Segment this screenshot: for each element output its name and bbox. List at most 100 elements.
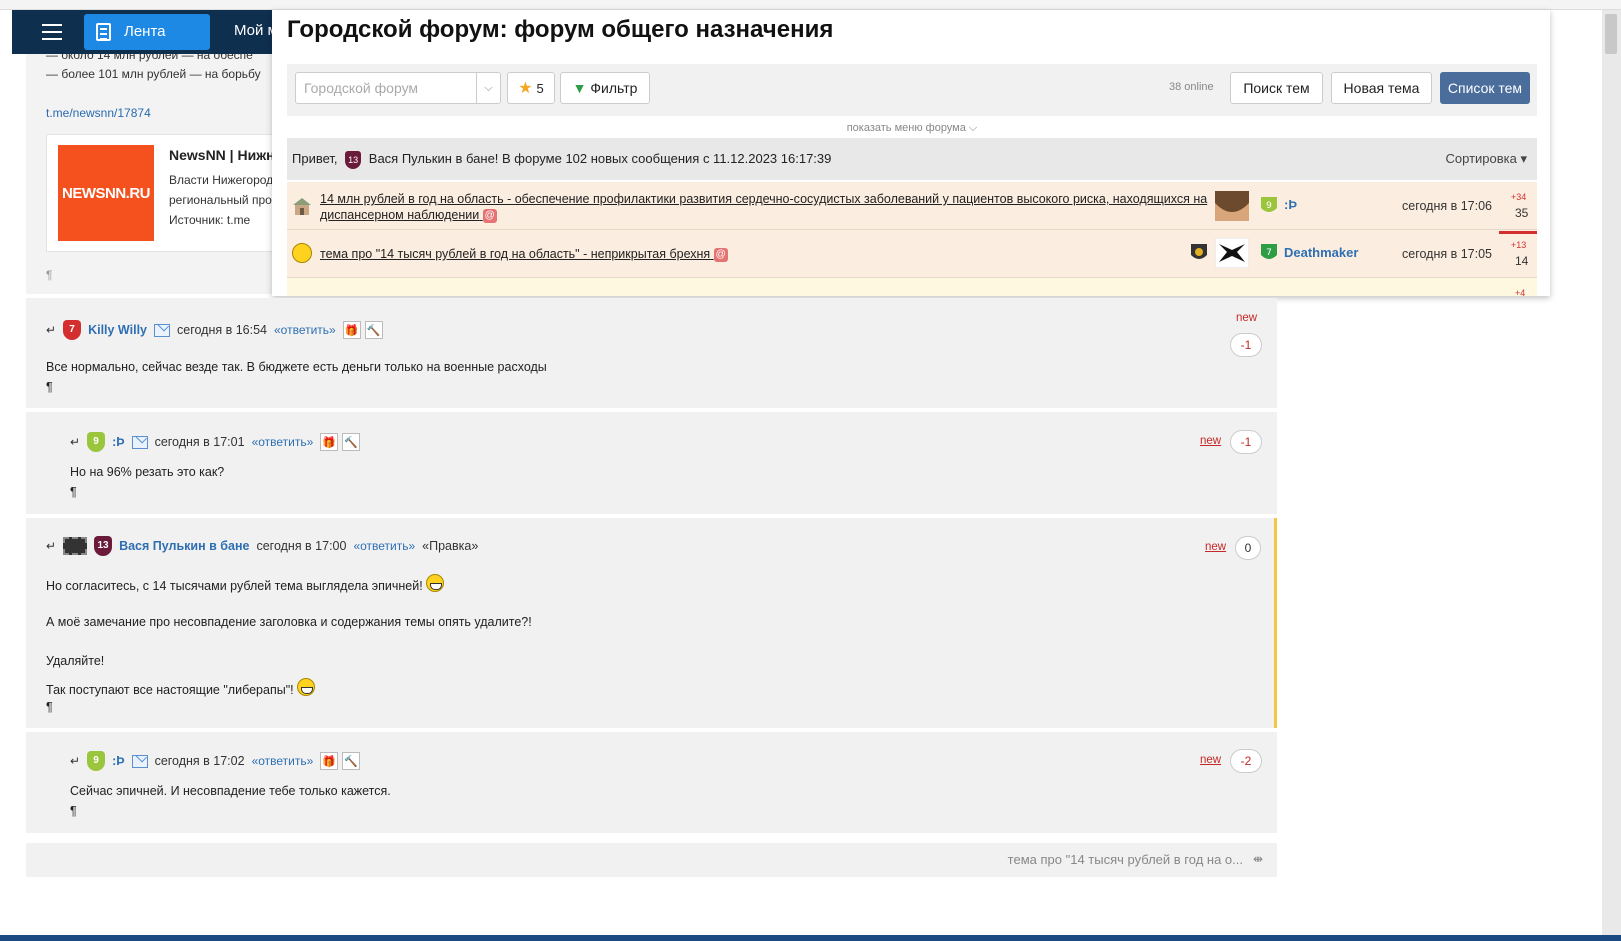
filter-button[interactable]: ▼ Фильтр bbox=[560, 72, 650, 104]
house-icon bbox=[293, 198, 311, 215]
telegram-link[interactable]: t.me/newsnn/17874 bbox=[46, 106, 151, 120]
rank-badge-icon: 9 bbox=[1261, 197, 1277, 212]
comment-reply: ↵ 9 :Þ сегодня в 17:01 «ответить» 🎁 🔨 ne… bbox=[26, 412, 1277, 514]
back-arrow-icon[interactable]: ↵ bbox=[70, 754, 80, 768]
comment-text: Но на 96% резать это как? bbox=[70, 465, 225, 479]
scrollbar-thumb[interactable] bbox=[1605, 14, 1617, 54]
browser-top-strip bbox=[0, 0, 1621, 10]
forum-title: Городской форум: форум общего назначения bbox=[287, 16, 834, 43]
gift-icon[interactable]: 🎁 bbox=[320, 433, 339, 451]
user-level-badge: 13 bbox=[345, 150, 362, 169]
new-label[interactable]: new bbox=[1236, 312, 1257, 324]
new-topic-button[interactable]: Новая тема bbox=[1331, 72, 1432, 104]
reply-link[interactable]: «ответить» bbox=[252, 435, 314, 449]
hammer-icon[interactable]: 🔨 bbox=[342, 433, 361, 451]
greeting-bar: Привет, 13 Вася Пулькин в бане! В форуме… bbox=[287, 138, 1537, 180]
user-rank-badge: 7 bbox=[63, 320, 82, 340]
article-line: — около 14 млн рублей — на обеспе bbox=[46, 54, 253, 62]
pilcrow: ¶ bbox=[46, 380, 53, 394]
new-label[interactable]: new bbox=[1205, 541, 1226, 553]
comment-author[interactable]: Killy Willy bbox=[88, 323, 147, 337]
topic-post-count: 35 bbox=[1515, 206, 1529, 220]
topic-list-button[interactable]: Список тем bbox=[1440, 72, 1530, 104]
pilcrow: ¶ bbox=[70, 804, 77, 818]
svg-text:7: 7 bbox=[1266, 248, 1272, 258]
mail-icon[interactable] bbox=[131, 754, 148, 768]
comment: ↵ 7 Killy Willy сегодня в 16:54 «ответит… bbox=[26, 298, 1277, 408]
new-label[interactable]: new bbox=[1200, 435, 1221, 447]
grin-smiley-icon bbox=[297, 678, 316, 696]
topic-row[interactable]: 14 млн рублей в год на область - обеспеч… bbox=[287, 182, 1537, 230]
topic-row[interactable]: тема про "14 тысяч рублей в год на облас… bbox=[287, 230, 1537, 278]
topic-bottom-bar[interactable]: тема про "14 тысяч рублей в год на о... … bbox=[26, 843, 1277, 877]
newsnn-logo: NEWSNN.RU bbox=[58, 145, 154, 241]
comment-time: сегодня в 17:00 bbox=[256, 539, 347, 553]
nav-lenta-button[interactable]: Лента bbox=[84, 14, 210, 50]
topic-new-count: +34 bbox=[1511, 192, 1527, 202]
user-rank-badge: 9 bbox=[87, 751, 106, 771]
comment-score[interactable]: -2 bbox=[1230, 749, 1262, 773]
mention-icon: @ bbox=[713, 247, 728, 262]
hammer-icon[interactable]: 🔨 bbox=[364, 321, 383, 339]
mail-icon[interactable] bbox=[154, 323, 170, 337]
reply-link[interactable]: «ответить» bbox=[252, 754, 314, 768]
document-icon bbox=[96, 23, 111, 41]
topic-last-user[interactable]: Deathmaker bbox=[1284, 245, 1358, 260]
comment-author[interactable]: Вася Пулькин в бане bbox=[119, 539, 249, 553]
greeting-text: Вася Пулькин в бане! В форуме 102 новых … bbox=[368, 151, 832, 166]
topic-title[interactable]: тема про "14 тысяч рублей в год на облас… bbox=[320, 246, 728, 262]
expand-icon[interactable]: ⇼ bbox=[1253, 852, 1263, 866]
pilcrow: ¶ bbox=[46, 268, 53, 282]
topic-new-count: +13 bbox=[1511, 240, 1527, 250]
topic-title[interactable]: 14 млн рублей в год на область - обеспеч… bbox=[320, 191, 1207, 223]
comment-text: Сейчас эпичней. И несовпадение тебе толь… bbox=[70, 784, 391, 798]
hammer-icon[interactable]: 🔨 bbox=[342, 752, 361, 770]
link-preview-card[interactable]: NEWSNN.RU NewsNN | Нижн Власти Нижегород… bbox=[46, 134, 282, 252]
back-arrow-icon[interactable]: ↵ bbox=[46, 539, 56, 553]
forum-toolbar: Городской форум ⌵ ★ 5 ▼ Фильтр 38 online… bbox=[287, 64, 1537, 116]
gift-icon[interactable]: 🎁 bbox=[320, 752, 339, 770]
site-navbar: Лента Мой м bbox=[12, 10, 282, 54]
smile-icon bbox=[292, 243, 312, 263]
comment-text-line: Удаляйте! bbox=[46, 654, 105, 668]
comment-score[interactable]: -1 bbox=[1230, 333, 1262, 357]
taskbar bbox=[0, 935, 1621, 941]
search-topics-button[interactable]: Поиск тем bbox=[1230, 72, 1323, 104]
favorites-button[interactable]: ★ 5 bbox=[507, 72, 555, 104]
comment-meta: ↵ 9 :Þ сегодня в 17:01 «ответить» 🎁 🔨 bbox=[70, 432, 367, 452]
topic-time: сегодня в 17:06 bbox=[1402, 199, 1492, 213]
reply-link[interactable]: «ответить» bbox=[274, 323, 336, 337]
show-forum-menu[interactable]: показать меню форума ⌵ bbox=[287, 122, 1537, 136]
article-line: — более 101 млн рублей — на борьбу bbox=[46, 67, 261, 81]
comment-text-line: Но согласитесь, с 14 тысячами рублей тем… bbox=[46, 574, 445, 593]
back-arrow-icon[interactable]: ↵ bbox=[46, 323, 56, 337]
user-level-badge: 13 bbox=[94, 536, 113, 556]
comment-score[interactable]: 0 bbox=[1235, 536, 1261, 560]
forum-overlay: Городской форум: форум общего назначения… bbox=[272, 10, 1550, 296]
topic-link[interactable]: тема про "14 тысяч рублей в год на о... bbox=[1008, 852, 1243, 867]
topic-row[interactable]: +4 bbox=[287, 278, 1537, 296]
reply-link[interactable]: «ответить» bbox=[353, 539, 415, 553]
comment-author[interactable]: :Þ bbox=[112, 435, 125, 449]
sort-dropdown[interactable]: Сортировка ▾ bbox=[1446, 138, 1528, 180]
grin-smiley-icon bbox=[426, 574, 445, 592]
card-text: региональный про bbox=[169, 193, 272, 207]
topic-time: сегодня в 17:05 bbox=[1402, 247, 1492, 261]
comment-meta: ↵ 7 Killy Willy сегодня в 16:54 «ответит… bbox=[46, 320, 390, 340]
edit-link[interactable]: «Правка» bbox=[422, 539, 478, 553]
mail-icon[interactable] bbox=[131, 435, 148, 449]
new-label[interactable]: new bbox=[1200, 754, 1221, 766]
avatar bbox=[1215, 238, 1249, 268]
scrollbar[interactable] bbox=[1602, 10, 1621, 935]
rank-badge-icon: 7 bbox=[1261, 244, 1277, 259]
topic-last-user[interactable]: :Þ bbox=[1284, 197, 1297, 212]
menu-icon[interactable] bbox=[42, 24, 62, 40]
comment-author[interactable]: :Þ bbox=[112, 754, 125, 768]
filter-label: Фильтр bbox=[590, 80, 638, 96]
back-arrow-icon[interactable]: ↵ bbox=[70, 435, 80, 449]
gift-icon[interactable]: 🎁 bbox=[342, 321, 361, 339]
comment-score[interactable]: -1 bbox=[1230, 430, 1262, 454]
comment-time: сегодня в 17:01 bbox=[154, 435, 245, 449]
forum-select[interactable]: Городской форум ⌵ bbox=[295, 72, 501, 104]
star-icon: ★ bbox=[518, 80, 533, 97]
